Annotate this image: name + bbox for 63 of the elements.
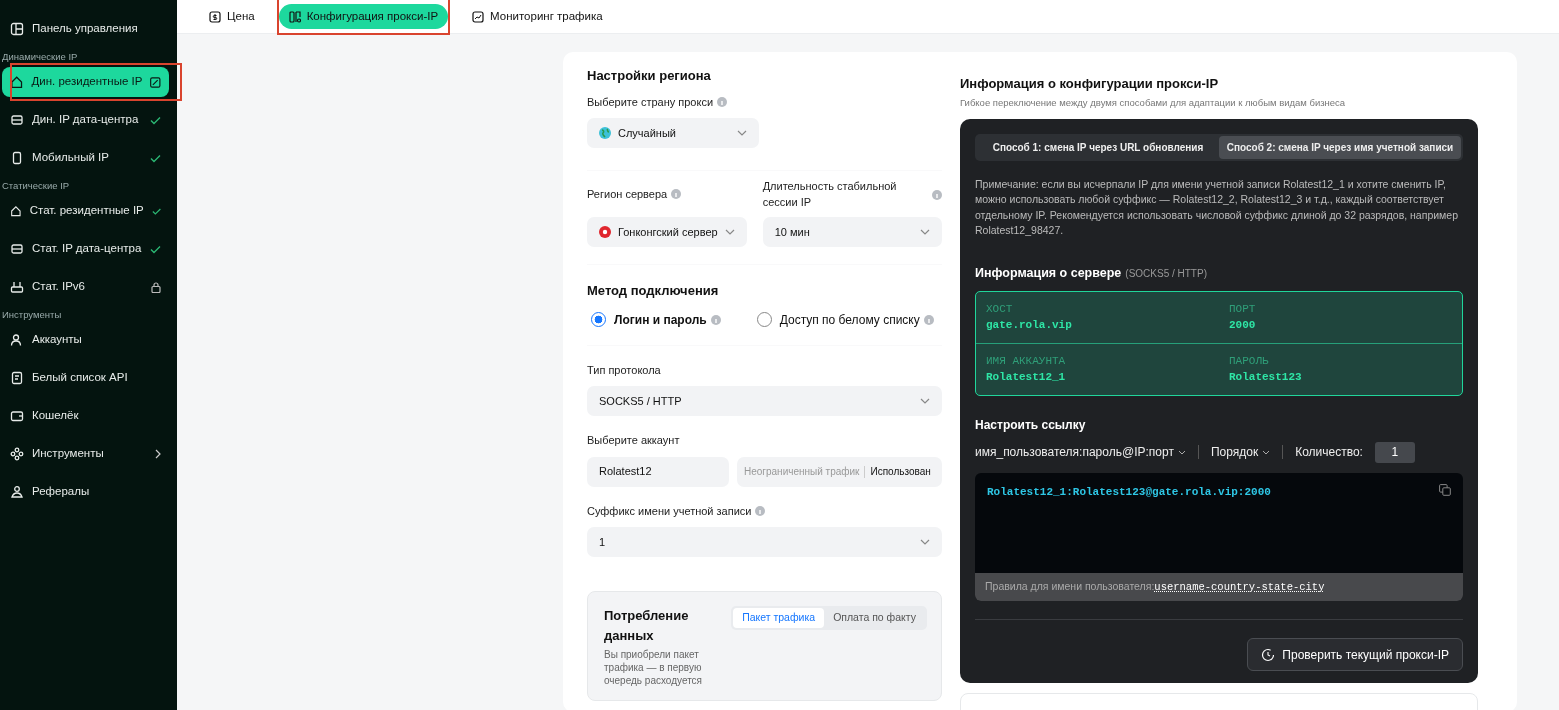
check-proxy-button[interactable]: Проверить текущий прокси-IP	[1247, 638, 1463, 672]
field-label: Выберите страну прокси	[587, 94, 714, 110]
sidebar-item[interactable]: Дин. резидентные IP	[2, 67, 169, 97]
section-label: Динамические IP	[1, 50, 79, 63]
sidebar-item[interactable]: Кошелёк	[2, 401, 169, 431]
country-select[interactable]: Случайный	[587, 118, 759, 148]
field-value: Rolatest12_1	[986, 370, 1067, 385]
quantity-label: Количество:	[1295, 444, 1363, 461]
section-label: Статические IP	[1, 179, 71, 192]
sidebar-item[interactable]: Стат. IP дата-центра	[2, 234, 169, 264]
sidebar-item[interactable]: Рефералы	[2, 477, 169, 507]
sidebar-item[interactable]: Стат. резидентные IP	[2, 196, 169, 226]
panel-title: Потребление данных	[604, 607, 690, 645]
protocol-label: (SOCKS5 / HTTP)	[1125, 266, 1207, 281]
link-text: Rolatest12_1:Rolatest123@gate.rola.vip:2000	[987, 484, 1271, 500]
note: Примечание: если вы исчерпали IP для имени учетной записи Rolatest12_1 и хотите сменить IP, можно использовать любой суффикс — Rolatest12_2, Rolatest12_3 и т.д., каждый соответствует отдельному IP. Рекомендуется использовать числовой суффикс длиной до 32 разрядов, например Rolatest12_98427.	[975, 176, 1459, 239]
account-field[interactable]: Rolatest12	[587, 456, 729, 487]
sidebar-item[interactable]: Дин. IP дата-центра	[2, 105, 169, 135]
section-title: Метод подключения	[587, 282, 720, 300]
sidebar-item[interactable]: Панель управления	[2, 14, 169, 44]
suffix-select[interactable]: 1	[587, 527, 942, 557]
account-info-field: Неограниченный трафик Использован	[737, 456, 942, 487]
segment-option[interactable]: Пакет трафика	[733, 608, 825, 628]
field-label: ХОСТ	[986, 301, 1014, 317]
description: Вы приобрели пакет трафика — в первую очередь расходуется	[604, 648, 704, 687]
radio-label: Логин и пароль	[614, 311, 707, 329]
section-title: Информация о сервере	[975, 264, 1122, 282]
session-select[interactable]: 10 мин	[762, 217, 942, 247]
sidebar-item[interactable]: Стат. IPv6	[2, 272, 169, 302]
subtitle: Гибкое переключение между двумя способами для адаптации к любым видам бизнеса	[960, 95, 1347, 110]
field-label: Суффикс имени учетной записи	[587, 503, 752, 519]
field-label: Выберите аккаунт	[587, 433, 680, 448]
field-label: ИМЯ АККАУНТА	[986, 353, 1067, 369]
field-label: Регион сервера	[587, 186, 668, 202]
sidebar-item[interactable]: Белый список API	[2, 363, 169, 393]
segment-option[interactable]: Оплата по факту	[824, 608, 925, 628]
server-select[interactable]: Гонконгский сервер	[587, 217, 747, 247]
sidebar-item[interactable]: Аккаунты	[2, 325, 169, 355]
protocol-select[interactable]: SOCKS5 / HTTP	[587, 386, 942, 416]
rules-pattern: username-country-state-city	[1154, 580, 1325, 593]
tab[interactable]: Мониторинг трафика	[462, 3, 613, 30]
field-value: gate.rola.vip	[986, 318, 1073, 333]
rules-label: Правила для имени пользователя:	[985, 579, 1155, 592]
field-label: Тип протокола	[587, 362, 661, 378]
sidebar-item[interactable]: Мобильный IP	[2, 143, 169, 173]
field-label: ПАРОЛЬ	[1229, 353, 1270, 369]
method-tab[interactable]: Способ 1: смена IP через URL обновления	[977, 135, 1219, 159]
method-tab[interactable]: Способ 2: смена IP через имя учетной записи	[1219, 135, 1461, 159]
format-dropdown[interactable]: имя_пользователя:пароль@IP:порт	[975, 443, 1186, 461]
panel-title: Информация о конфигурации прокси-IP	[960, 75, 1220, 93]
quantity-field[interactable]: 1	[1374, 441, 1415, 463]
section-title: Настройки региона	[587, 67, 712, 85]
field-label: Длительность стабильной сессии IP	[762, 178, 898, 210]
field-value: 2000	[1229, 318, 1257, 333]
tab[interactable]: Цена	[199, 3, 265, 30]
radio-label: Доступ по белому списку	[779, 311, 920, 329]
section-title: Настроить ссылку	[975, 416, 1087, 434]
section-label: Инструменты	[1, 308, 63, 321]
field-label: ПОРТ	[1229, 301, 1257, 317]
order-dropdown[interactable]: Порядок	[1210, 443, 1271, 461]
sidebar-item[interactable]: Инструменты	[2, 439, 169, 469]
tab[interactable]: Конфигурация прокси-IP	[278, 3, 449, 30]
field-value: Rolatest123	[1229, 370, 1303, 385]
